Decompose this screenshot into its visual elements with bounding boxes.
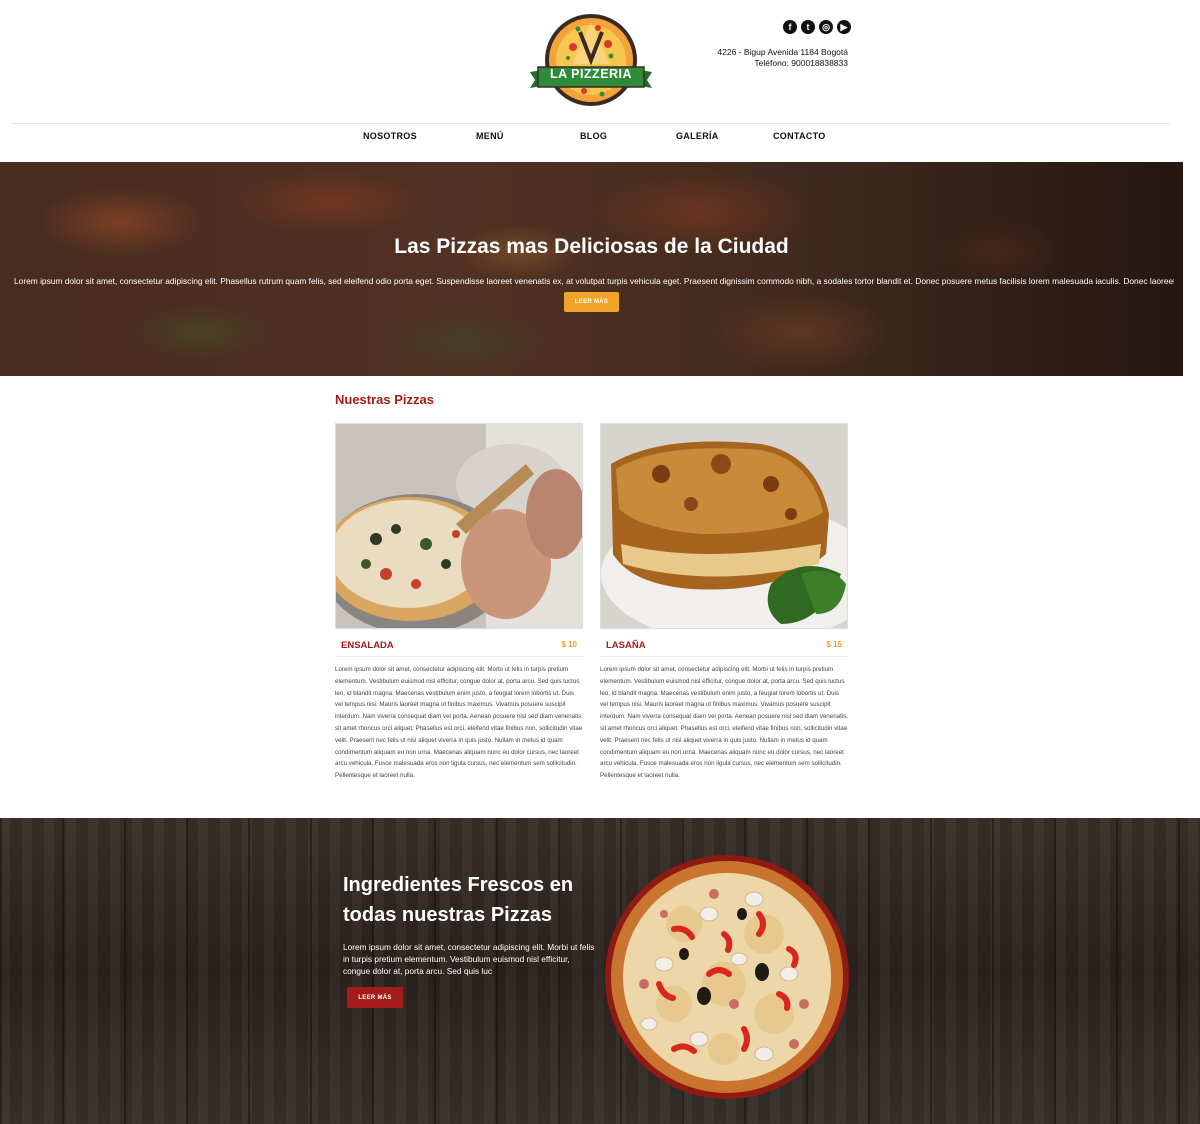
fresh-text: Lorem ipsum dolor sit amet, consectetur …: [343, 942, 595, 976]
hero-banner: Las Pizzas mas Deliciosas de la Ciudad L…: [0, 162, 1183, 376]
pizza-name[interactable]: LASAÑA: [606, 640, 646, 651]
pizzas-section-title: Nuestras Pizzas: [335, 392, 434, 407]
fresh-title: Ingredientes Frescos en todas nuestras P…: [343, 874, 574, 926]
pizzeria-logo[interactable]: [528, 12, 654, 110]
facebook-icon[interactable]: f: [783, 20, 797, 34]
logo-text: LA PIZZERIA: [549, 67, 633, 81]
nav-item-nosotros[interactable]: NOSOTROS: [363, 131, 417, 141]
hero-text: Lorem ipsum dolor sit amet, consectetur …: [14, 276, 1174, 286]
pizza-image: [605, 855, 849, 1099]
main-nav: NOSOTROS MENÚ BLOG GALERÍA CONTACTO: [0, 124, 1200, 162]
pizza-name[interactable]: ENSALADA: [341, 640, 394, 651]
instagram-icon[interactable]: ◎: [819, 20, 833, 34]
address-text: 4226 - Bigup Avenida 1184 Bogotá: [717, 47, 848, 57]
pizza-card-image[interactable]: [335, 423, 583, 629]
hero-title: Las Pizzas mas Deliciosas de la Ciudad: [394, 235, 789, 258]
nav-item-galeria[interactable]: GALERÍA: [676, 131, 719, 141]
pizza-card[interactable]: ENSALADA $ 10 Lorem ipsum dolor sit amet…: [335, 423, 583, 782]
fresh-read-more-button[interactable]: LEER MÁS: [347, 987, 403, 1008]
pizza-card-header: ENSALADA $ 10: [335, 629, 583, 657]
phone-text: Teléfono: 900018838833: [754, 58, 848, 68]
tumblr-icon[interactable]: t: [801, 20, 815, 34]
nav-item-contacto[interactable]: CONTACTO: [773, 131, 826, 141]
fresh-ingredients-section: Ingredientes Frescos en todas nuestras P…: [0, 818, 1200, 1124]
contact-info: 4226 - Bigup Avenida 1184 Bogotá Teléfon…: [717, 47, 848, 69]
pizza-description: Lorem ipsum dolor sit amet, consectetur …: [600, 666, 848, 780]
hero-read-more-button[interactable]: LEER MÁS: [564, 292, 619, 312]
pizza-description: Lorem ipsum dolor sit amet, consectetur …: [335, 666, 583, 780]
pizza-card-header: LASAÑA $ 15: [600, 629, 848, 657]
social-links: f t ◎ ▶: [783, 20, 851, 34]
pizza-card[interactable]: LASAÑA $ 15 Lorem ipsum dolor sit amet, …: [600, 423, 848, 782]
pizza-price: $ 15: [826, 640, 842, 649]
site-header: LA PIZZERIA f t ◎ ▶ 4226 - Bigup Avenida…: [0, 0, 1200, 124]
pizza-price: $ 10: [561, 640, 577, 649]
nav-item-menu[interactable]: MENÚ: [476, 131, 504, 141]
nav-item-blog[interactable]: BLOG: [580, 131, 607, 141]
pizza-card-image[interactable]: [600, 423, 848, 629]
youtube-icon[interactable]: ▶: [837, 20, 851, 34]
